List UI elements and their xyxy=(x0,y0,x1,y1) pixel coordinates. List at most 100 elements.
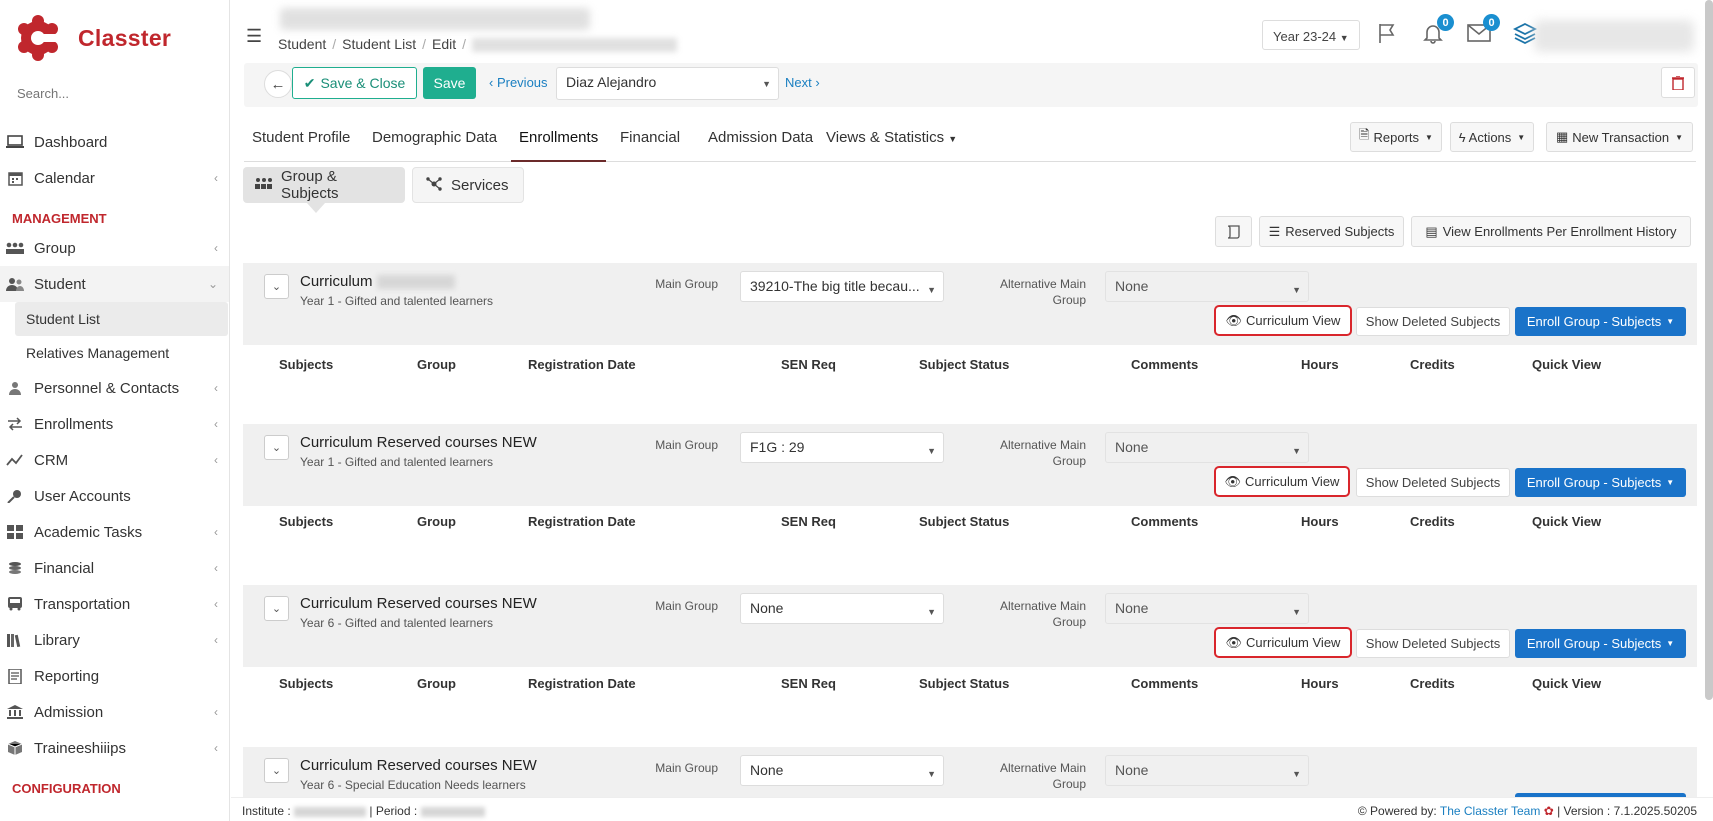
year-selector[interactable]: Year 23-24 ▼ xyxy=(1262,20,1360,50)
bell-icon[interactable]: 0 xyxy=(1420,14,1454,46)
curriculum-view-button[interactable]: 👁 Curriculum View xyxy=(1214,305,1352,336)
breadcrumb-student[interactable]: Student xyxy=(278,36,326,52)
show-deleted-subjects-button[interactable]: Show Deleted Subjects xyxy=(1356,629,1510,658)
scroll-icon[interactable] xyxy=(1215,216,1252,247)
chevron-down-icon[interactable]: ⌄ xyxy=(264,435,289,460)
alt-group-value: None xyxy=(1115,600,1149,616)
next-link[interactable]: Next › xyxy=(785,75,820,90)
previous-label: Previous xyxy=(496,75,548,90)
column-registration-date: Registration Date xyxy=(528,514,636,529)
main-group-select[interactable]: F1G : 29 ▼ xyxy=(740,432,944,463)
envelope-icon[interactable]: 0 xyxy=(1466,14,1500,46)
tab-financial[interactable]: Financial xyxy=(612,129,688,162)
chevron-left-icon: ‹ xyxy=(214,705,218,719)
show-deleted-subjects-button[interactable]: Show Deleted Subjects xyxy=(1356,307,1510,336)
sidebar-item-group[interactable]: Group ‹ xyxy=(0,230,229,266)
chevron-down-icon[interactable]: ⌄ xyxy=(264,274,289,299)
tab-student-profile[interactable]: Student Profile xyxy=(244,129,358,162)
sidebar-item-user-accounts[interactable]: User Accounts xyxy=(0,478,229,514)
sidebar-item-traineeships[interactable]: Traineeshiiips ‹ xyxy=(0,730,229,766)
curriculum-view-button[interactable]: 👁 Curriculum View xyxy=(1214,466,1350,497)
sidebar-item-admission[interactable]: Admission ‹ xyxy=(0,694,229,730)
chevron-down-icon[interactable]: ⌄ xyxy=(264,596,289,621)
tab-admission-data[interactable]: Admission Data xyxy=(700,129,821,162)
sidebar-item-enrollments[interactable]: Enrollments ‹ xyxy=(0,406,229,442)
caret-down-icon: ▼ xyxy=(927,446,936,456)
tab-views-statistics[interactable]: Views & Statistics ▼ xyxy=(818,129,965,162)
search-input[interactable] xyxy=(17,86,212,101)
user-profile-redacted[interactable] xyxy=(1534,20,1694,52)
sidebar-item-transportation[interactable]: Transportation ‹ xyxy=(0,586,229,622)
sidebar-item-personnel[interactable]: Personnel & Contacts ‹ xyxy=(0,370,229,406)
save-button[interactable]: Save xyxy=(423,67,476,99)
sidebar-item-student[interactable]: Student ⌄ xyxy=(0,266,229,302)
top-icons: 0 0 xyxy=(1374,14,1538,46)
main-group-value: F1G : 29 xyxy=(750,439,805,455)
classter-team-link[interactable]: The Classter Team xyxy=(1440,804,1540,818)
classter-logo[interactable]: Classter xyxy=(16,12,171,64)
crm-icon xyxy=(5,452,25,468)
breadcrumb: Student / Student List / Edit / xyxy=(278,36,677,53)
enroll-group-subjects-button[interactable]: Enroll Group - Subjects ▼ xyxy=(1515,307,1686,336)
sidebar-item-calendar[interactable]: Calendar ‹ xyxy=(0,160,229,196)
show-deleted-subjects-button[interactable]: Show Deleted Subjects xyxy=(1356,468,1510,497)
chevron-left-icon: ‹ xyxy=(214,597,218,611)
curriculum-view-button[interactable]: 👁 Curriculum View xyxy=(1214,627,1352,658)
subtab-services-label: Services xyxy=(451,176,509,194)
back-arrow-icon[interactable]: ← xyxy=(264,70,292,98)
breadcrumb-student-list[interactable]: Student List xyxy=(342,36,416,52)
footer-institute: Institute : | Period : xyxy=(242,804,485,818)
alt-main-group-label: Alternative Main Group xyxy=(999,599,1086,629)
tab-enrollments[interactable]: Enrollments xyxy=(511,129,607,162)
tab-demographic-data[interactable]: Demographic Data xyxy=(364,129,505,162)
sidebar-item-library[interactable]: Library ‹ xyxy=(0,622,229,658)
chevron-left-icon: ‹ xyxy=(489,75,497,90)
curriculum-view-label: Curriculum View xyxy=(1245,474,1340,489)
subtab-group-subjects[interactable]: Group & Subjects xyxy=(243,167,405,203)
new-transaction-button[interactable]: ▦ New Transaction ▼ xyxy=(1546,122,1693,152)
chevron-down-icon[interactable]: ⌄ xyxy=(264,758,289,783)
sidebar-item-label: CRM xyxy=(34,451,69,469)
alt-main-group-select[interactable]: None ▼ xyxy=(1105,432,1309,463)
main-group-select[interactable]: 39210-The big title becau... ▼ xyxy=(740,271,944,302)
trash-icon[interactable] xyxy=(1661,67,1695,98)
main-group-label: Main Group xyxy=(655,599,718,613)
main-group-select[interactable]: None ▼ xyxy=(740,593,944,624)
alt-main-group-select[interactable]: None ▼ xyxy=(1105,271,1309,302)
reports-button[interactable]: 🗎 Reports ▼ xyxy=(1350,122,1442,152)
sidebar-item-reporting[interactable]: Reporting xyxy=(0,658,229,694)
save-close-button[interactable]: ✔ Save & Close xyxy=(292,67,417,99)
sidebar-subitem-student-list[interactable]: Student List xyxy=(15,302,228,336)
view-enrollments-history-button[interactable]: ▤ View Enrollments Per Enrollment History xyxy=(1411,216,1691,247)
alt-main-group-label: Alternative Main Group xyxy=(999,277,1086,307)
reports-label: Reports xyxy=(1373,129,1420,145)
previous-link[interactable]: ‹ Previous xyxy=(489,75,548,90)
hamburger-menu-icon[interactable]: ☰ xyxy=(246,26,262,47)
column-group: Group xyxy=(417,357,456,372)
flag-icon[interactable] xyxy=(1374,20,1400,46)
enroll-group-subjects-button[interactable]: Enroll Group - Subjects ▼ xyxy=(1515,468,1686,497)
subtab-services[interactable]: Services xyxy=(412,167,524,203)
sidebar-item-dashboard[interactable]: Dashboard xyxy=(0,124,229,160)
caret-down-icon: ▼ xyxy=(1292,285,1301,295)
curriculum-section: ⌄ Curriculum Reserved courses NEW Year 6… xyxy=(243,747,1697,797)
main-group-select[interactable]: None ▼ xyxy=(740,755,944,786)
page-title-redacted xyxy=(280,8,590,30)
alt-main-group-select[interactable]: None ▼ xyxy=(1105,755,1309,786)
page-scrollbar[interactable] xyxy=(1705,0,1713,700)
caret-down-icon: ▼ xyxy=(1666,478,1675,487)
alt-main-group-select[interactable]: None ▼ xyxy=(1105,593,1309,624)
sidebar-item-crm[interactable]: CRM ‹ xyxy=(0,442,229,478)
sidebar-item-academic-tasks[interactable]: Academic Tasks ‹ xyxy=(0,514,229,550)
column-registration-date: Registration Date xyxy=(528,357,636,372)
section-title-text: Curriculum xyxy=(300,273,373,290)
reserved-subjects-button[interactable]: ☰ Reserved Subjects xyxy=(1259,216,1404,247)
sidebar-subitem-relatives-management[interactable]: Relatives Management xyxy=(0,336,229,370)
chevron-left-icon: ‹ xyxy=(214,561,218,575)
app-name: Classter xyxy=(78,24,172,51)
section-header: ⌄ Curriculum Reserved courses NEW Year 6… xyxy=(243,747,1697,797)
student-selector[interactable]: Diaz Alejandro ▼ xyxy=(556,67,779,100)
actions-button[interactable]: ϟ Actions ▼ xyxy=(1450,122,1534,152)
sidebar-item-financial[interactable]: Financial ‹ xyxy=(0,550,229,586)
enroll-group-subjects-button[interactable]: Enroll Group - Subjects ▼ xyxy=(1515,629,1686,658)
